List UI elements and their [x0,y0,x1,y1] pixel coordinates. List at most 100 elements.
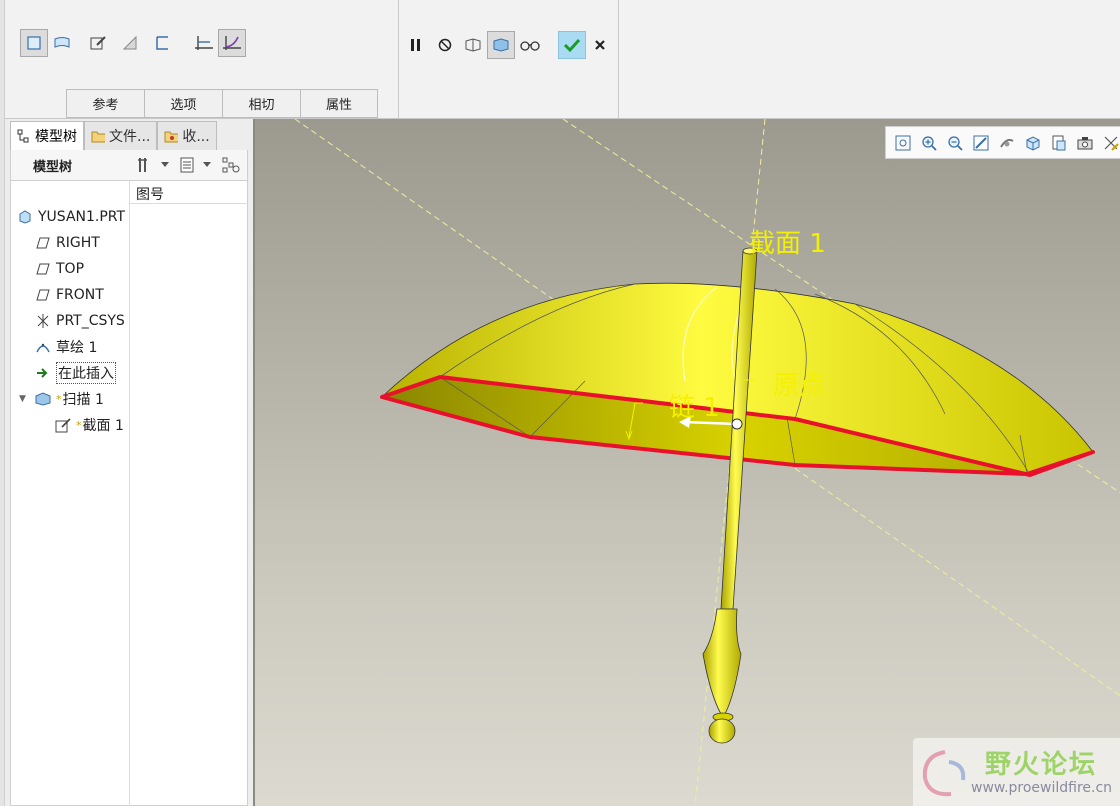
zoom-in-icon [922,135,937,151]
surface-sweep-button[interactable] [48,29,76,57]
constant-section-button[interactable] [190,29,218,57]
tree-item-label: YUSAN1.PRT [38,209,126,225]
tree-show-dropdown[interactable] [197,155,217,175]
list-icon [180,157,194,173]
watermark-url: www.proewildfire.cn [971,780,1113,796]
tab-folder-label: 文件... [109,129,151,145]
chevron-down-icon [161,162,169,167]
tab-model-tree-label: 模型树 [35,129,77,145]
solid-sweep-button[interactable] [20,29,48,57]
chain-label: 链 1 [669,393,720,423]
camera-icon [1077,136,1093,149]
preview-geometry-icon [465,38,481,52]
umbrella-handle [702,608,742,715]
sweep-dashboard: 参考 选项 相切 属性 [0,0,1120,119]
tree-item-sketch[interactable]: 草绘 1 [35,336,129,358]
verify-mode-button[interactable] [487,31,515,59]
column-header-number[interactable]: 图号 [129,181,248,204]
origin-label: 原点 [773,371,826,401]
collapse-arrow-icon[interactable]: ▼ [19,394,31,404]
datum-display-icon [1104,136,1119,151]
tab-favorites[interactable]: 收... [157,121,217,150]
refit-button[interactable] [892,132,914,154]
variable-section-button[interactable] [218,29,246,57]
glasses-preview-button[interactable] [516,31,544,59]
view-manager-button[interactable] [1074,132,1096,154]
tree-item-label: FRONT [56,287,104,303]
tab-references[interactable]: 参考 [66,89,144,118]
spin-center-icon [1000,138,1014,148]
remove-material-icon [122,35,137,50]
close-icon [595,40,605,50]
no-preview-icon [438,38,452,52]
datum-display-button[interactable] [1100,132,1120,154]
variable-section-icon [223,36,241,50]
tree-item-section[interactable]: * 截面 1 [55,414,129,436]
repaint-icon [973,135,989,150]
remove-material-button[interactable] [116,29,144,57]
view-toolbar [885,126,1120,159]
tree-filter-button[interactable] [221,155,241,175]
datum-plane-icon [35,235,51,251]
display-style-button[interactable] [1022,132,1044,154]
watermark-logo-icon [922,750,966,797]
origin-point[interactable] [731,418,743,430]
tree-item-part[interactable]: YUSAN1.PRT [17,206,129,228]
insert-arrow-icon [35,365,51,381]
new-feature-marker: * [56,392,62,406]
zoom-in-button[interactable] [918,132,940,154]
thicken-sketch-button[interactable] [148,29,176,57]
repaint-button[interactable] [970,132,992,154]
tree-toolbar: 模型树 [10,150,248,180]
datum-plane-icon [35,261,51,277]
zoom-out-icon [948,135,963,151]
tab-model-tree[interactable]: 模型树 [10,121,84,150]
preview-geometry-button[interactable] [459,31,487,59]
saved-views-icon [1052,135,1066,150]
tree-item-csys[interactable]: PRT_CSYS [35,310,129,332]
sketch-pencil-icon [90,36,106,50]
tree-item-insert-here[interactable]: 在此插入 [35,362,129,384]
cancel-button[interactable] [586,31,614,59]
tab-tangency[interactable]: 相切 [222,89,300,118]
graphics-viewport[interactable]: 截面 1 原点 链 1 野火论坛 www.proewildfire.cn [253,119,1120,806]
sketch-section-button[interactable] [84,29,112,57]
tree-item-label: 截面 1 [82,418,124,434]
tree-item-label: 草绘 1 [56,340,98,356]
tree-filter-icon [222,157,240,173]
navigator-tabs: 模型树 文件... 收... [10,121,217,150]
datum-plane-icon [35,287,51,303]
saved-views-button[interactable] [1048,132,1070,154]
surface-icon [54,37,70,48]
pause-button[interactable] [402,31,430,59]
tree-item-sweep[interactable]: ▼ * 扫描 1 [19,388,129,410]
spin-center-button[interactable] [996,132,1018,154]
ribbon-separator [398,0,399,119]
tab-options[interactable]: 选项 [144,89,222,118]
tree-settings-dropdown[interactable] [155,155,175,175]
tree-item-label: TOP [56,261,85,277]
tree-item-label: 扫描 1 [62,392,104,408]
tree-item-top[interactable]: TOP [35,258,129,280]
sweep-icon [35,391,51,407]
tree-show-button[interactable] [177,155,197,175]
ok-button[interactable] [558,31,586,59]
no-preview-button[interactable] [431,31,459,59]
favorites-icon [164,131,179,143]
model-tree-icon [17,129,29,143]
tab-properties[interactable]: 属性 [300,89,378,118]
tree-item-front[interactable]: FRONT [35,284,129,306]
constant-section-icon [195,36,213,50]
tree-item-right[interactable]: RIGHT [35,232,129,254]
zoom-out-button[interactable] [944,132,966,154]
section-label: 截面 1 [749,229,826,259]
tree-item-label: 在此插入 [56,362,116,384]
tree-item-label: PRT_CSYS [56,313,125,329]
watermark-title: 野火论坛 [985,750,1098,780]
ribbon-separator [618,0,619,119]
umbrella-model [294,119,1120,806]
tree-settings-button[interactable] [135,155,155,175]
tab-folder-browser[interactable]: 文件... [84,121,158,150]
forum-watermark: 野火论坛 www.proewildfire.cn [913,738,1120,806]
tree-item-label: RIGHT [56,235,100,251]
